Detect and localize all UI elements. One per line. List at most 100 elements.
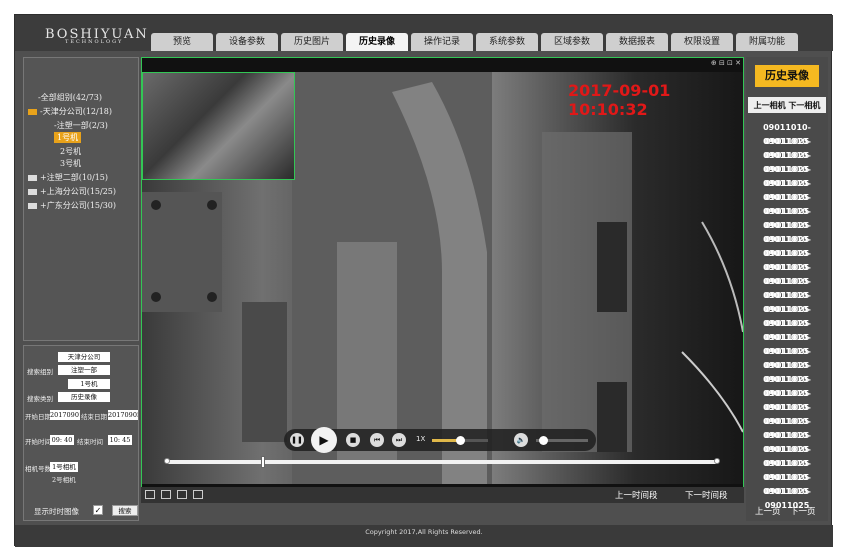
search-button[interactable]: 搜索 xyxy=(112,505,138,516)
tree-item[interactable]: +注塑二部(10/15) xyxy=(28,172,108,183)
stop-icon: ■ xyxy=(349,436,357,444)
speed-knob[interactable] xyxy=(456,436,465,445)
recording-range-item[interactable]: 09011010-09011025 xyxy=(746,303,828,328)
tab-5[interactable]: 系统参数 xyxy=(476,33,538,51)
camera-icon xyxy=(28,175,37,181)
panel-title: 历史录像 xyxy=(755,65,819,87)
tree-item[interactable]: -注塑一部(2/3) xyxy=(54,120,108,131)
recording-range-item[interactable]: 09011010-09011025 xyxy=(746,261,828,286)
group-select[interactable]: 注塑一部 xyxy=(58,365,110,375)
show-realtime-checkbox[interactable]: ✓ xyxy=(93,505,103,515)
header: BOSHIYUAN TECHNOLOGY 预览 设备参数 历史图片 历史录像 操作记录系… xyxy=(15,15,833,51)
recording-range-item[interactable]: 09011010-09011025 xyxy=(746,135,828,160)
device-tree-panel: -全部组别(42/73) -天津分公司(12/18) -注塑一部(2/3) 1号机 2… xyxy=(23,57,139,341)
volume-knob[interactable] xyxy=(538,436,548,445)
recording-range-item[interactable]: 09011010-09011025 xyxy=(746,471,828,496)
layout-1-icon[interactable] xyxy=(145,490,155,499)
play-icon: ▶ xyxy=(319,433,329,447)
recording-range-item[interactable]: 09011010-09011025 xyxy=(746,401,828,426)
tab-0[interactable]: 预览 xyxy=(151,33,213,51)
video-player: ⊕ ⊟ ⊡ ✕ 2017-09-01 10:10:32 ❚❚ ▶ ■ ⏮ ⏭ 1… xyxy=(141,57,744,502)
timeline-knob[interactable] xyxy=(260,456,265,468)
layout-3-icon[interactable] xyxy=(177,490,187,499)
recording-range-item[interactable]: 09011010-09011025 xyxy=(746,387,828,412)
stop-button[interactable]: ■ xyxy=(346,433,360,447)
timeline-bar[interactable] xyxy=(164,456,720,468)
recording-range-item[interactable]: 09011010-09011025 xyxy=(746,121,828,146)
tree-item[interactable]: +广东分公司(15/30) xyxy=(28,200,116,211)
layout-4-icon[interactable] xyxy=(193,490,203,499)
start-time-field[interactable]: 09: 40 xyxy=(50,435,74,445)
recording-range-item[interactable]: 09011010-09011025 xyxy=(746,457,828,482)
tree-item[interactable]: 1号机 xyxy=(54,132,82,143)
recording-range-item[interactable]: 09011010-09011025 xyxy=(746,289,828,314)
tree-item-label: -天津分公司(12/18) xyxy=(40,107,112,116)
company-select[interactable]: 天津分公司 xyxy=(58,352,110,362)
recording-range-item[interactable]: 09011010-09011025 xyxy=(746,205,828,230)
tree-root[interactable]: -全部组别(42/73) xyxy=(38,92,102,103)
tab-9[interactable]: 附属功能 xyxy=(736,33,798,51)
recording-range-item[interactable]: 09011010-09011025 xyxy=(746,191,828,216)
tab-4[interactable]: 操作记录 xyxy=(411,33,473,51)
start-date-field[interactable]: 20170901 xyxy=(50,410,80,420)
show-realtime-label: 显示时时图像 xyxy=(34,507,79,516)
tree-item[interactable]: 3号机 xyxy=(60,158,81,169)
video-toolbar-icons[interactable]: ⊕ ⊟ ⊡ ✕ xyxy=(711,59,741,67)
recording-range-item[interactable]: 09011010-09011025 xyxy=(746,177,828,202)
recording-range-item[interactable]: 09011010-09011025 xyxy=(746,485,828,510)
play-button[interactable]: ▶ xyxy=(311,427,337,453)
recording-range-item[interactable]: 09011010-09011025 xyxy=(746,429,828,454)
timeline-start-cap xyxy=(164,458,170,464)
tree-item[interactable]: 2号机 xyxy=(60,146,81,157)
type-select[interactable]: 历史录像 xyxy=(58,392,110,402)
logo: BOSHIYUAN TECHNOLOGY xyxy=(45,23,149,45)
recording-range-item[interactable]: 09011010-09011025 xyxy=(746,149,828,174)
tree-item-label: 3号机 xyxy=(60,159,82,168)
recording-range-item[interactable]: 09011010-09011025 xyxy=(746,373,828,398)
next-frame-button[interactable]: ⏭ xyxy=(392,433,406,447)
recording-range-item[interactable]: 09011010-09011025 xyxy=(746,345,828,370)
prev-interval-button[interactable]: 上一时间段 xyxy=(615,489,658,501)
pause-button[interactable]: ❚❚ xyxy=(290,433,304,447)
recording-range-item[interactable]: 09011010-09011025 xyxy=(746,219,828,244)
tab-7[interactable]: 数据报表 xyxy=(606,33,668,51)
tab-3[interactable]: 历史录像 xyxy=(346,33,408,51)
recording-range-item[interactable]: 09011010-09011025 xyxy=(746,317,828,342)
recording-list-panel: 历史录像 上一相机 下一相机 09011010-09011025 09011010… xyxy=(746,57,828,521)
recording-range-item[interactable]: 09011010-09011025 xyxy=(746,275,828,300)
tab-1[interactable]: 设备参数 xyxy=(216,33,278,51)
next-interval-button[interactable]: 下一时间段 xyxy=(685,489,728,501)
pause-icon: ❚❚ xyxy=(291,436,303,444)
tab-8[interactable]: 权限设置 xyxy=(671,33,733,51)
logo-sub: TECHNOLOGY xyxy=(65,39,124,45)
volume-slider[interactable] xyxy=(536,436,588,445)
camera-no-2[interactable]: 2号相机 xyxy=(52,474,76,484)
recording-range-item[interactable]: 09011010-09011025 xyxy=(746,163,828,188)
prev-page-button[interactable]: 上一页 xyxy=(755,505,781,517)
recording-range-item[interactable]: 09011010-09011025 xyxy=(746,247,828,272)
camera-nav-buttons[interactable]: 上一相机 下一相机 xyxy=(748,97,826,113)
camera-icon xyxy=(28,203,37,209)
end-date-field[interactable]: 20170905 xyxy=(108,410,138,420)
pip-view[interactable] xyxy=(142,72,295,180)
volume-button[interactable]: 🔈 xyxy=(514,433,528,447)
recording-range-item[interactable]: 09011010-09011025 xyxy=(746,233,828,258)
camera-no-field[interactable]: 1号相机 xyxy=(50,462,78,472)
speed-slider[interactable] xyxy=(432,436,488,445)
tab-6[interactable]: 区域参数 xyxy=(541,33,603,51)
tab-2[interactable]: 历史图片 xyxy=(281,33,343,51)
recording-range-item[interactable]: 09011010-09011025 xyxy=(746,359,828,384)
tree-item[interactable]: +上海分公司(15/25) xyxy=(28,186,116,197)
video-frame-image[interactable]: 2017-09-01 10:10:32 xyxy=(142,72,743,484)
end-time-field[interactable]: 10: 45 xyxy=(108,435,132,445)
tree-item[interactable]: -天津分公司(12/18) xyxy=(28,106,112,117)
recording-range-item[interactable]: 09011010-09011025 xyxy=(746,415,828,440)
camera-icon xyxy=(28,109,37,115)
recording-range-item[interactable]: 09011010-09011025 xyxy=(746,443,828,468)
machine-select[interactable]: 1号机 xyxy=(68,379,110,389)
next-page-button[interactable]: 下一页 xyxy=(790,505,816,517)
prev-frame-button[interactable]: ⏮ xyxy=(370,433,384,447)
recording-range-item[interactable]: 09011010-09011025 xyxy=(746,331,828,356)
layout-2-icon[interactable] xyxy=(161,490,171,499)
footer: Copyright 2017,All Rights Reserved. xyxy=(15,525,833,547)
